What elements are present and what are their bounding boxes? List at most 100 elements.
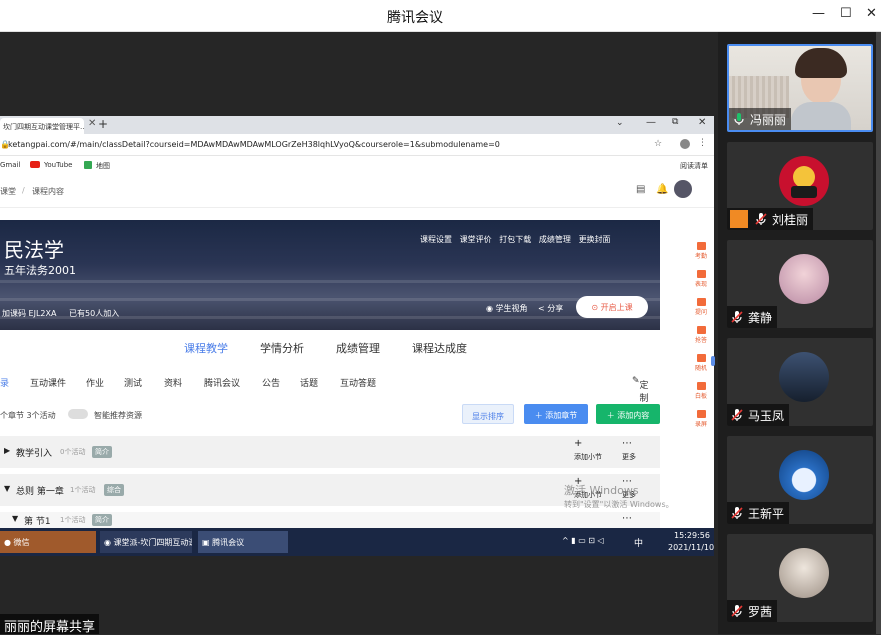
- participant-tile[interactable]: 罗茜: [727, 534, 873, 622]
- page-scrollbar[interactable]: [711, 356, 715, 366]
- tray-icons[interactable]: ^ ▮ ▭ ⊡ ◁: [562, 536, 604, 545]
- chapter-row[interactable]: ▼ 第 节1 1个活动 简介 ⋯: [0, 512, 660, 528]
- mic-on-icon[interactable]: [732, 112, 746, 126]
- subtab-courseware[interactable]: 互动课件: [30, 376, 66, 389]
- add-tab-icon[interactable]: +: [98, 117, 108, 131]
- customize-link[interactable]: ✎ 定制: [632, 376, 649, 404]
- tab-analysis[interactable]: 学情分析: [260, 340, 304, 356]
- minimize-icon[interactable]: —: [812, 6, 825, 21]
- map-icon: [84, 161, 92, 169]
- subtab-catalog[interactable]: 录: [0, 376, 9, 389]
- subtab-topic[interactable]: 话题: [300, 376, 318, 389]
- tool-whiteboard-label: 白板: [694, 393, 707, 400]
- chevron-down-icon[interactable]: ⌄: [616, 118, 624, 128]
- bell-icon[interactable]: 🔔: [656, 184, 668, 195]
- maximize-icon[interactable]: ☐: [840, 6, 852, 21]
- address-bar[interactable]: 🔒 ketangpai.com/#/main/classDetail?cours…: [0, 136, 714, 156]
- mic-muted-icon[interactable]: [730, 310, 744, 324]
- tool-record[interactable]: 录屏: [688, 410, 714, 428]
- subtab-materials[interactable]: 资料: [164, 376, 182, 389]
- tab-attainment[interactable]: 课程达成度: [412, 340, 467, 356]
- student-view-link[interactable]: ◉ 学生视角: [486, 303, 528, 314]
- participant-tile[interactable]: 刘桂丽: [727, 142, 873, 230]
- grade-management-link[interactable]: 成绩管理: [539, 235, 571, 244]
- start-class-button[interactable]: ⊙ 开启上课: [576, 296, 648, 318]
- participant-tile[interactable]: 冯丽丽: [727, 44, 873, 132]
- join-code-text[interactable]: 加课码 EJL2XA: [2, 309, 56, 318]
- add-chapter-button[interactable]: ＋ 添加章节: [524, 404, 588, 424]
- course-evaluation-link[interactable]: 课堂评价: [460, 235, 492, 244]
- chapter-count: 1个活动: [70, 486, 96, 494]
- participant-tile[interactable]: 王新平: [727, 436, 873, 524]
- new-tab-icon[interactable]: ✕: [88, 118, 96, 129]
- join-code: 加课码 EJL2XA 已有50人加入: [2, 308, 119, 319]
- ime-indicator[interactable]: 中: [634, 536, 643, 549]
- mic-muted-icon[interactable]: [730, 604, 744, 618]
- participant-tile[interactable]: 龚静: [727, 240, 873, 328]
- url-text[interactable]: ketangpai.com/#/main/classDetail?coursei…: [8, 140, 500, 149]
- change-cover-link[interactable]: 更换封面: [579, 235, 611, 244]
- add-section-icon[interactable]: +: [574, 438, 582, 449]
- browser-close-icon[interactable]: ✕: [698, 117, 706, 128]
- breadcrumb-home[interactable]: 课堂: [0, 186, 16, 197]
- tool-performance[interactable]: 表现: [688, 270, 714, 288]
- tool-question[interactable]: 提问: [688, 298, 714, 316]
- participant-name: 龚静: [748, 310, 773, 325]
- subtab-test[interactable]: 测试: [124, 376, 142, 389]
- course-settings-link[interactable]: 课程设置: [420, 235, 452, 244]
- user-avatar[interactable]: [674, 180, 692, 198]
- avatar: [779, 352, 829, 402]
- calendar-icon[interactable]: ▤: [636, 184, 645, 195]
- show-order-button[interactable]: 显示排序: [462, 404, 514, 424]
- participant-name-bar: 王新平: [727, 502, 790, 524]
- menu-icon[interactable]: ⋮: [698, 138, 707, 148]
- browser-maximize-icon[interactable]: ⧉: [672, 117, 678, 127]
- subtab-announcement[interactable]: 公告: [262, 376, 280, 389]
- expand-icon[interactable]: ▶: [4, 446, 10, 455]
- tab-grades[interactable]: 成绩管理: [336, 340, 380, 356]
- chapter-row[interactable]: ▶ 教学引入 0个活动 简介 + 添加小节 ⋯ 更多: [0, 436, 660, 468]
- mic-muted-icon[interactable]: [730, 506, 744, 520]
- bookmark-maps[interactable]: 地图: [96, 161, 110, 171]
- chapter-count: 1个活动: [60, 516, 86, 524]
- breadcrumb-separator: /: [22, 186, 25, 195]
- tool-whiteboard[interactable]: 白板: [688, 382, 714, 400]
- browser-tab[interactable]: 坎门四期互动课堂管理平…: [0, 118, 84, 134]
- close-icon[interactable]: ✕: [866, 6, 877, 21]
- subtab-meeting[interactable]: 腾讯会议: [204, 376, 240, 389]
- chapter-row[interactable]: ▼ 总则 第一章 1个活动 综合 + 添加小节 ⋯ 更多: [0, 474, 660, 506]
- user-icon: [730, 210, 748, 228]
- subtab-quiz[interactable]: 互动答题: [340, 376, 376, 389]
- tab-teaching[interactable]: 课程教学: [184, 340, 228, 356]
- gallery-scrollbar[interactable]: [876, 32, 881, 634]
- tool-rush[interactable]: 抢答: [688, 326, 714, 344]
- add-content-button[interactable]: ＋ 添加内容: [596, 404, 660, 424]
- more-label[interactable]: 更多: [622, 452, 636, 462]
- add-section-label[interactable]: 添加小节: [574, 452, 602, 462]
- subtab-homework[interactable]: 作业: [86, 376, 104, 389]
- bookmark-gmail[interactable]: Gmail: [0, 161, 20, 169]
- reading-list[interactable]: 阅读清单: [680, 161, 708, 171]
- download-link[interactable]: 打包下载: [499, 235, 531, 244]
- taskbar-wechat[interactable]: ● 微信: [0, 531, 96, 553]
- star-icon[interactable]: ☆: [654, 139, 662, 149]
- collapse-icon[interactable]: ▼: [12, 514, 18, 523]
- more-icon[interactable]: ⋯: [622, 513, 632, 524]
- collapse-icon[interactable]: ▼: [4, 484, 10, 493]
- share-link[interactable]: < 分享: [538, 303, 563, 314]
- recommend-toggle[interactable]: [68, 409, 88, 419]
- taskbar-chrome[interactable]: ◉ 课堂派-坎门四期互动课…: [100, 531, 192, 553]
- browser-minimize-icon[interactable]: —: [646, 117, 656, 128]
- meeting-titlebar: 腾讯会议 — ☐ ✕: [0, 0, 881, 32]
- tool-attendance[interactable]: 考勤: [688, 242, 714, 260]
- more-icon[interactable]: ⋯: [622, 438, 632, 449]
- mic-muted-icon[interactable]: [730, 408, 744, 422]
- activation-watermark: 激活 Windows: [564, 484, 639, 497]
- bookmark-youtube[interactable]: YouTube: [44, 161, 72, 169]
- profile-icon[interactable]: [680, 139, 690, 149]
- chapter-name: 总则 第一章: [16, 487, 64, 497]
- participant-tile[interactable]: 马玉凤: [727, 338, 873, 426]
- tool-record-label: 录屏: [694, 421, 707, 428]
- mic-muted-icon[interactable]: [754, 212, 768, 226]
- taskbar-tencent-meeting[interactable]: ▣ 腾讯会议: [198, 531, 288, 553]
